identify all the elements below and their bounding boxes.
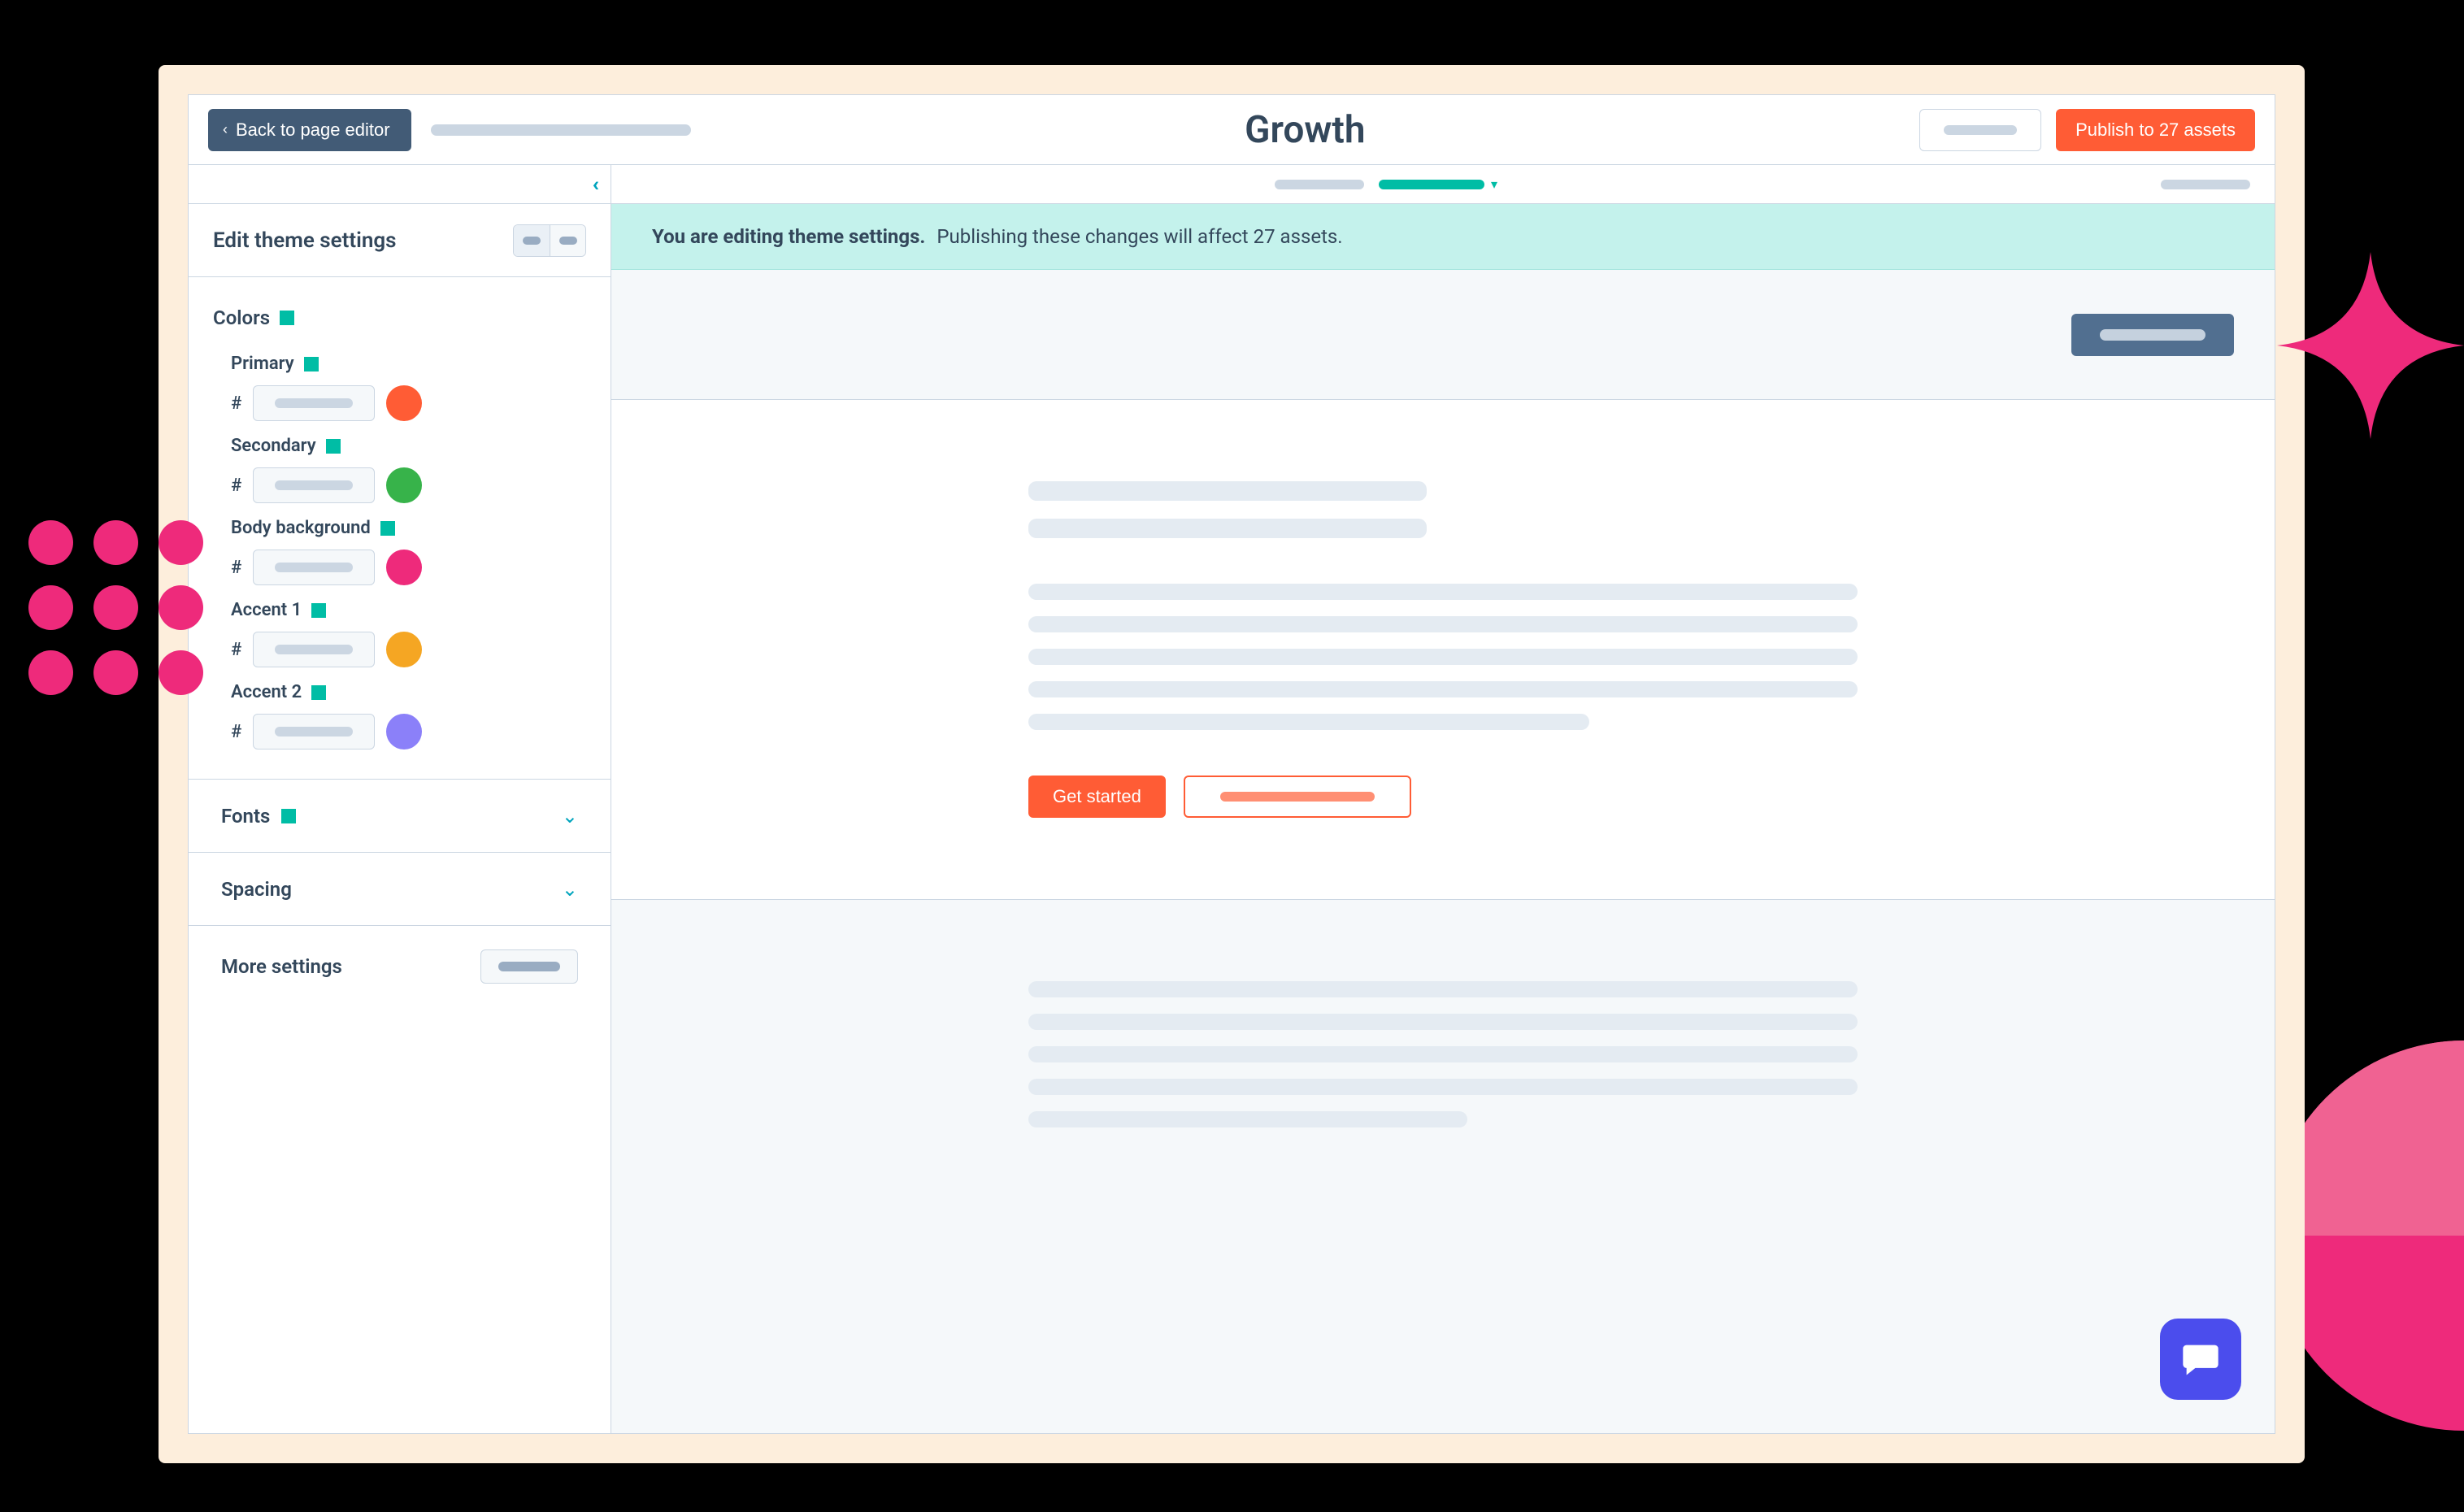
preview-topbar (611, 270, 2275, 400)
secondbar-tab-active[interactable]: ▾ (1379, 176, 1497, 192)
hex-input-accent-2[interactable] (253, 714, 375, 749)
spacing-label: Spacing (221, 878, 292, 901)
hex-input-body-bg[interactable] (253, 550, 375, 585)
swatch-body-bg[interactable] (386, 550, 422, 585)
swatch-secondary[interactable] (386, 467, 422, 503)
colors-label-text: Colors (213, 306, 270, 329)
chevron-left-icon: ‹ (223, 121, 228, 138)
topbar-right: Publish to 27 assets (1919, 109, 2255, 151)
hero-title-line (1028, 481, 1427, 501)
edit-theme-title: Edit theme settings (213, 228, 500, 253)
hex-input-primary[interactable] (253, 385, 375, 421)
teal-box-icon (380, 521, 395, 536)
color-label: Body background (231, 518, 371, 538)
chat-button[interactable] (2160, 1319, 2241, 1400)
preview-nav-button[interactable] (2071, 314, 2234, 356)
section-body-line (1028, 1111, 1467, 1127)
info-banner: You are editing theme settings. Publishi… (611, 204, 2275, 270)
get-started-button[interactable]: Get started (1028, 776, 1166, 818)
more-settings-button[interactable] (480, 949, 578, 984)
section-body-line (1028, 1014, 1858, 1030)
preview-hero: Get started (611, 400, 2275, 900)
hex-input-secondary[interactable] (253, 467, 375, 503)
hero-body-line (1028, 681, 1858, 697)
edit-theme-header: Edit theme settings (189, 204, 611, 277)
color-row-body-bg: Body background # (213, 518, 586, 585)
fonts-label: Fonts (221, 805, 270, 828)
color-label: Accent 1 (231, 600, 302, 620)
hash-symbol: # (231, 722, 241, 742)
decorative-star (2277, 252, 2464, 439)
chat-icon (2179, 1338, 2222, 1380)
color-row-accent-1: Accent 1 # (213, 600, 586, 667)
teal-box-icon (280, 311, 294, 325)
section-body-line (1028, 981, 1858, 997)
color-row-accent-2: Accent 2 # (213, 682, 586, 749)
sidebar-collapse-region: ‹‹ (189, 165, 611, 203)
accordion-fonts[interactable]: Fonts ⌄ (189, 780, 611, 853)
colors-group-label: Colors (213, 306, 586, 329)
hero-body-line (1028, 714, 1589, 730)
hero-title-line (1028, 519, 1427, 538)
colors-section: Colors Primary # (189, 277, 611, 780)
main: Edit theme settings Colors Primary (189, 204, 2275, 1433)
chevron-down-icon: ⌄ (562, 805, 578, 828)
accordion-spacing[interactable]: Spacing ⌄ (189, 853, 611, 926)
decorative-dots (28, 520, 203, 695)
chevron-down-icon: ⌄ (562, 878, 578, 901)
color-label: Primary (231, 354, 294, 374)
frame: ‹ Back to page editor Growth Publish to … (159, 65, 2305, 1463)
topbar: ‹ Back to page editor Growth Publish to … (189, 95, 2275, 165)
hash-symbol: # (231, 393, 241, 414)
hero-body-line (1028, 616, 1858, 632)
hash-symbol: # (231, 558, 241, 578)
hash-symbol: # (231, 476, 241, 496)
teal-box-icon (311, 685, 326, 700)
content: You are editing theme settings. Publishi… (611, 204, 2275, 1433)
second-bar: ‹‹ ▾ (189, 165, 2275, 204)
swatch-primary[interactable] (386, 385, 422, 421)
teal-box-icon (326, 439, 341, 454)
secondbar-right (2161, 180, 2275, 189)
teal-box-icon (304, 357, 319, 371)
banner-regular: Publishing these changes will affect 27 … (936, 225, 1342, 248)
hash-symbol: # (231, 640, 241, 660)
color-label: Secondary (231, 436, 316, 456)
swatch-accent-1[interactable] (386, 632, 422, 667)
caret-down-icon: ▾ (1491, 176, 1497, 192)
back-button-label: Back to page editor (236, 119, 390, 141)
hero-buttons: Get started (1028, 776, 1858, 818)
section-body-line (1028, 1046, 1858, 1062)
secondary-cta-button[interactable] (1184, 776, 1411, 818)
view-toggle-option-2[interactable] (550, 225, 585, 256)
teal-box-icon (311, 603, 326, 618)
swatch-accent-2[interactable] (386, 714, 422, 749)
view-toggle-option-1[interactable] (514, 225, 550, 256)
publish-button[interactable]: Publish to 27 assets (2056, 109, 2255, 151)
preview-canvas: Get started (611, 270, 2275, 1433)
more-settings-row: More settings (189, 926, 611, 1007)
back-button[interactable]: ‹ Back to page editor (208, 109, 411, 151)
view-toggle (513, 224, 586, 257)
topbar-placeholder (431, 124, 691, 136)
topbar-ghost-button[interactable] (1919, 109, 2041, 151)
color-label: Accent 2 (231, 682, 302, 702)
hex-input-accent-1[interactable] (253, 632, 375, 667)
app-window: ‹ Back to page editor Growth Publish to … (188, 94, 2275, 1434)
secondbar-tab-inactive[interactable] (1275, 180, 1364, 189)
secondbar-center: ▾ (611, 176, 2161, 192)
preview-section-2 (611, 900, 2275, 1225)
sidebar: Edit theme settings Colors Primary (189, 204, 611, 1433)
hero-body-line (1028, 584, 1858, 600)
hero-body-line (1028, 649, 1858, 665)
color-row-secondary: Secondary # (213, 436, 586, 503)
section-body-line (1028, 1079, 1858, 1095)
page-title: Growth (711, 108, 1901, 152)
collapse-icon[interactable]: ‹‹ (593, 173, 594, 196)
color-row-primary: Primary # (213, 354, 586, 421)
banner-bold: You are editing theme settings. (652, 225, 925, 248)
secondbar-right-link[interactable] (2161, 180, 2250, 189)
teal-box-icon (281, 809, 296, 823)
more-settings-label: More settings (221, 955, 469, 978)
